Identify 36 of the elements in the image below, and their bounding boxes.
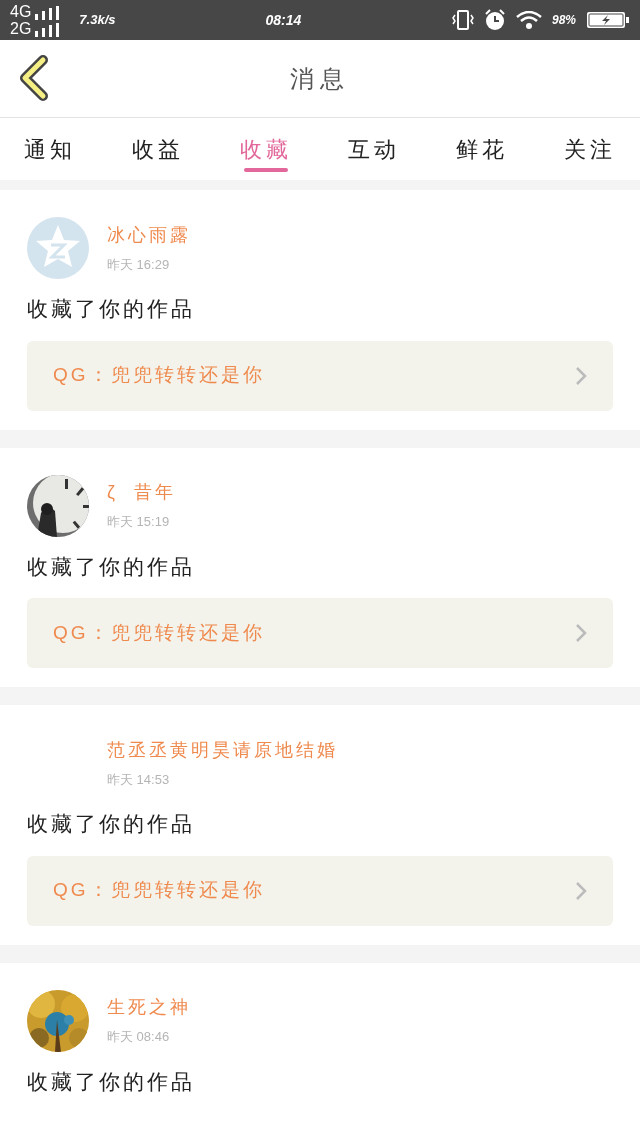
chevron-right-icon [575,365,587,386]
message-time: 昨天 15:19 [107,513,171,532]
tab[interactable]: 关注 [564,118,616,180]
work-link[interactable]: QG：兜兜转转还是你 [27,855,613,926]
message-time: 昨天 08:46 [107,1028,171,1047]
message-text: 收藏了你的作品 [27,296,196,322]
chevron-right-icon [575,880,587,901]
work-link[interactable]: QG：兜兜转转还是你 [27,598,613,668]
user-name[interactable]: 生死之神 [107,994,191,1022]
battery-percent: 98% [551,12,576,29]
tab[interactable]: 互动 [348,118,400,180]
chevron-right-icon [575,623,587,643]
message-time: 昨天 16:29 [107,255,171,274]
message-text: 收藏了你的作品 [27,1068,196,1095]
alarm-icon [483,9,506,31]
network-label: 2G [10,20,32,37]
tab[interactable]: 收益 [132,118,184,180]
message-text: 收藏了你的作品 [27,811,196,837]
wifi-icon [515,11,542,29]
user-name[interactable]: 范丞丞黄明昊请原地结婚 [107,736,338,764]
back-chevron-icon [17,55,51,101]
clock-time: 08:14 [265,10,302,30]
vibrate-icon [451,10,474,30]
network-speed: 7.3k/s [79,11,116,30]
page-title: 消息 [290,63,350,94]
battery-charging-icon [586,10,630,30]
network-label: 4G [10,3,32,20]
tab[interactable]: 收藏 [240,118,292,180]
message-time: 昨天 14:53 [107,770,171,789]
work-link[interactable]: QG：兜兜转转还是你 [27,340,613,411]
user-name[interactable]: 冰心雨露 [107,221,191,249]
tab[interactable]: 通知 [24,118,76,180]
user-name[interactable]: ζ 昔年 [107,479,176,507]
message-text: 收藏了你的作品 [27,553,196,580]
default-avatar-icon [27,217,89,279]
tab[interactable]: 鲜花 [456,118,508,180]
